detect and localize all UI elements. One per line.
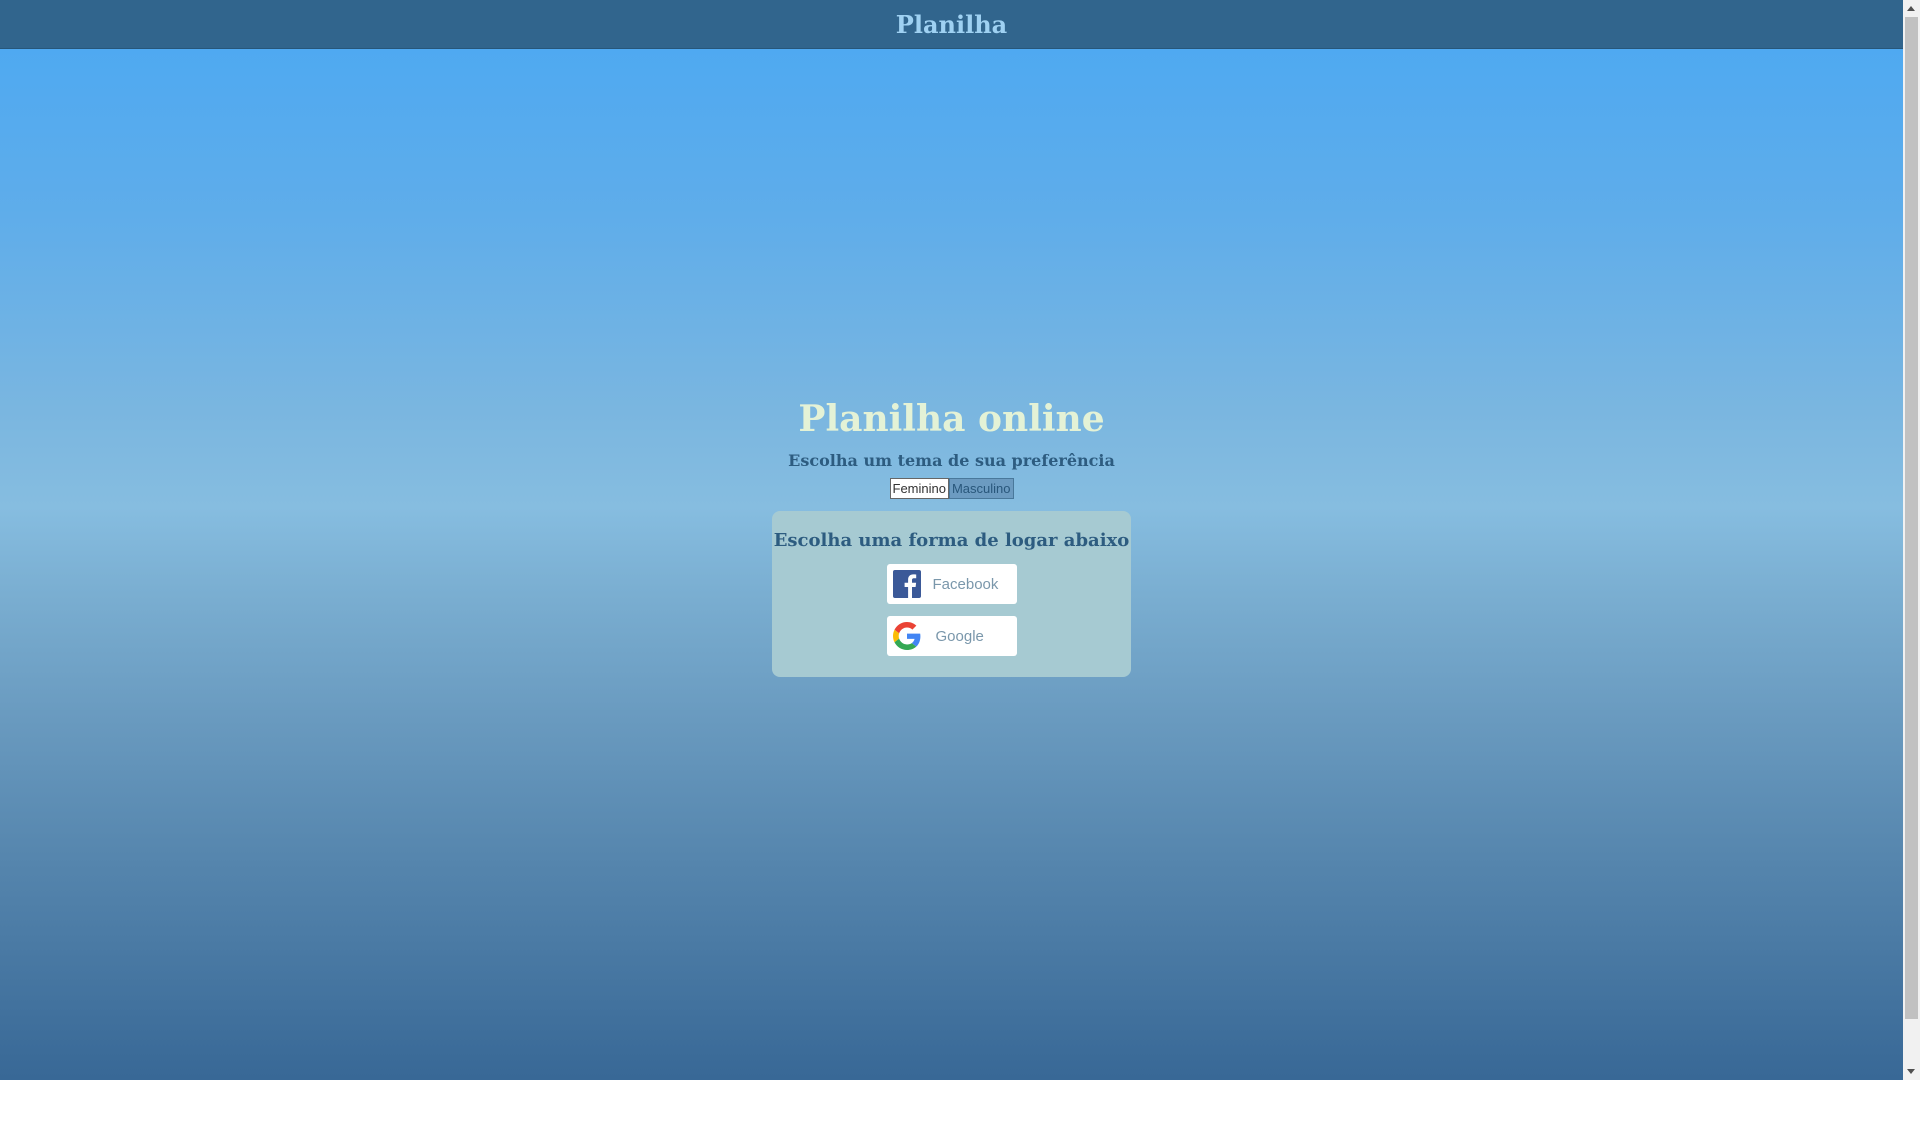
theme-selector: Feminino Masculino [889, 478, 1014, 499]
main-content: Planilha online Escolha um tema de sua p… [0, 397, 1903, 677]
page-background: Planilha Planilha online Escolha um tema… [0, 0, 1903, 1080]
scroll-down-arrow-icon[interactable] [1907, 1069, 1915, 1074]
facebook-icon [892, 570, 921, 598]
google-label: Google [935, 627, 984, 645]
theme-prompt: Escolha um tema de sua preferência [788, 451, 1115, 470]
header-title: Planilha [895, 9, 1008, 39]
theme-masculino-button[interactable]: Masculino [948, 478, 1014, 499]
facebook-login-button[interactable]: Facebook [886, 564, 1017, 604]
top-header-bar: Planilha [0, 0, 1903, 49]
login-title: Escolha uma forma de logar abaixo [773, 530, 1130, 551]
vertical-scrollbar[interactable] [1903, 0, 1920, 1080]
facebook-label: Facebook [932, 575, 999, 593]
login-card: Escolha uma forma de logar abaixo Facebo… [772, 511, 1131, 677]
scroll-up-arrow-icon[interactable] [1907, 6, 1915, 11]
scrollbar-thumb[interactable] [1905, 17, 1918, 1019]
google-login-button[interactable]: Google [886, 616, 1017, 656]
page-title: Planilha online [798, 398, 1105, 440]
google-icon [892, 622, 921, 650]
theme-feminino-button[interactable]: Feminino [889, 478, 949, 499]
